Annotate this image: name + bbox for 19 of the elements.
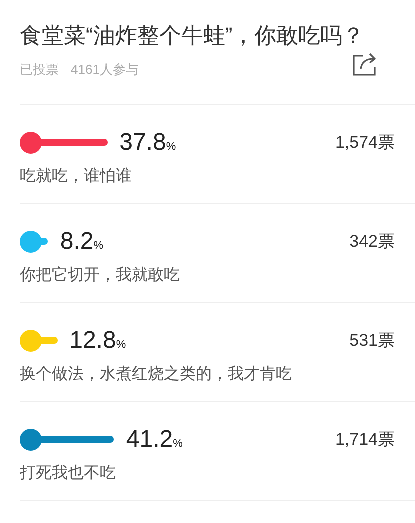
percent-sign: % (166, 140, 176, 154)
poll-title: 食堂菜“油炸整个牛蛙”，你敢吃吗？ (20, 22, 365, 50)
percentage: 8.2 (60, 226, 94, 256)
option-label: 换个做法，水煮红烧之类的，我才肯吃 (20, 364, 293, 384)
percent-sign: % (173, 436, 183, 452)
percent-sign: % (116, 338, 126, 352)
percentage: 12.8 (70, 326, 116, 356)
option-label: 吃就吃，谁怕谁 (20, 166, 133, 186)
percentage: 37.8 (120, 128, 166, 158)
vote-count: 531票 (350, 330, 395, 352)
vote-count: 1,574票 (335, 132, 395, 154)
participant-count: 4161人参与 (71, 61, 139, 79)
option-label: 打死我也不吃 (20, 464, 117, 484)
vote-status: 已投票 (20, 61, 59, 79)
vote-count: 342票 (350, 230, 395, 253)
vote-count: 1,714票 (335, 428, 395, 451)
option-label: 你把它切开，我就敢吃 (20, 266, 181, 286)
percentage: 41.2 (126, 424, 174, 454)
percent-sign: % (94, 238, 104, 254)
